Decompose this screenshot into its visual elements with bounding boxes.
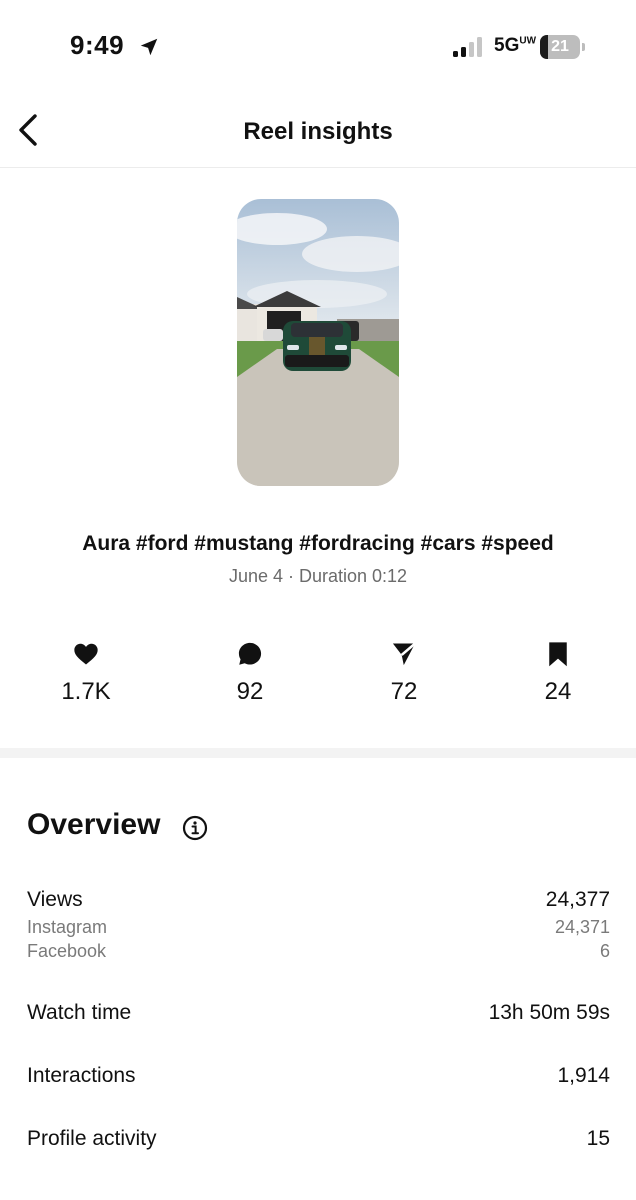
page-title: Reel insights bbox=[243, 118, 393, 145]
facebook-label: Facebook bbox=[27, 941, 107, 961]
profile-activity-label: Profile activity bbox=[27, 1127, 157, 1150]
watch-time-row[interactable]: Watch time 13h 50m 59s bbox=[27, 1001, 610, 1029]
network-type: 5GUW bbox=[494, 35, 536, 57]
likes-count: 1.7K bbox=[61, 678, 111, 705]
views-value: 24,377 bbox=[545, 888, 610, 911]
instagram-value: 24,371 bbox=[554, 917, 610, 937]
likes-stat: 1.7K bbox=[26, 640, 146, 706]
share-icon bbox=[392, 642, 416, 666]
views-row[interactable]: Views 24,377 bbox=[27, 888, 610, 916]
shares-stat: 72 bbox=[344, 640, 464, 706]
overview-title: Overview bbox=[27, 808, 161, 841]
engagement-stats: 1.7K 92 72 24 bbox=[0, 640, 636, 720]
comment-icon bbox=[238, 642, 262, 665]
reel-caption: Aura #ford #mustang #fordracing #cars #s… bbox=[82, 532, 554, 555]
facebook-value: 6 bbox=[599, 941, 610, 961]
watch-time-value: 13h 50m 59s bbox=[488, 1001, 610, 1024]
bookmark-icon bbox=[549, 642, 567, 667]
watch-time-label: Watch time bbox=[27, 1001, 132, 1024]
location-arrow-icon bbox=[140, 38, 158, 56]
heart-icon bbox=[74, 643, 98, 665]
info-icon[interactable] bbox=[182, 815, 208, 841]
battery-level: 21 bbox=[551, 38, 569, 55]
instagram-label: Instagram bbox=[27, 917, 108, 937]
battery-icon: 21 bbox=[540, 35, 586, 59]
interactions-label: Interactions bbox=[27, 1064, 136, 1087]
interactions-row[interactable]: Interactions 1,914 bbox=[27, 1064, 610, 1092]
status-time: 9:49 bbox=[70, 30, 125, 60]
views-instagram-row: Instagram 24,371 bbox=[27, 917, 610, 941]
header: Reel insights bbox=[0, 96, 636, 168]
interactions-value: 1,914 bbox=[557, 1064, 610, 1087]
reel-thumbnail-image bbox=[237, 199, 399, 486]
network-label: 5G bbox=[494, 35, 520, 56]
saves-stat: 24 bbox=[498, 640, 618, 706]
views-facebook-row: Facebook 6 bbox=[27, 941, 610, 965]
network-sup: UW bbox=[519, 35, 537, 47]
comments-count: 92 bbox=[236, 678, 264, 705]
reel-thumbnail[interactable] bbox=[237, 199, 399, 486]
profile-activity-value: 15 bbox=[586, 1127, 610, 1150]
shares-count: 72 bbox=[390, 678, 418, 705]
profile-activity-row[interactable]: Profile activity 15 bbox=[27, 1127, 610, 1155]
cellular-signal-icon bbox=[453, 37, 482, 57]
section-divider bbox=[0, 748, 636, 758]
saves-count: 24 bbox=[544, 678, 572, 705]
comments-stat: 92 bbox=[190, 640, 310, 706]
views-label: Views bbox=[27, 888, 83, 911]
reel-meta: June 4 · Duration 0:12 bbox=[228, 566, 408, 586]
status-bar: 9:49 5GUW 21 bbox=[0, 0, 636, 96]
